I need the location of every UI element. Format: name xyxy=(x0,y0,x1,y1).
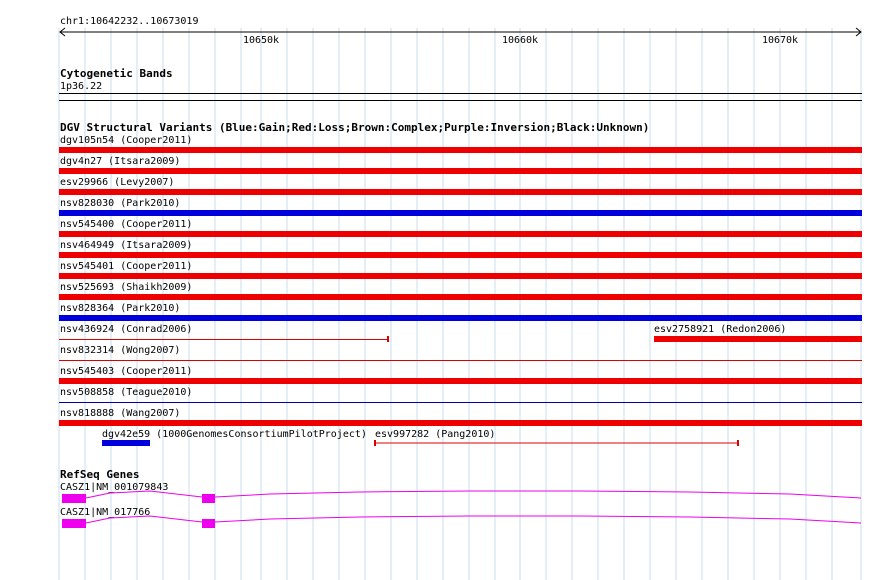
transcript-exon[interactable] xyxy=(62,494,86,503)
transcript-exon[interactable] xyxy=(202,519,215,528)
genome-browser-panel: chr1:10642232..10673019 10650k 10660k 10… xyxy=(0,0,890,580)
refseq-transcripts xyxy=(62,490,862,528)
transcript-exon[interactable] xyxy=(62,519,86,528)
transcript-exon[interactable] xyxy=(202,494,215,503)
